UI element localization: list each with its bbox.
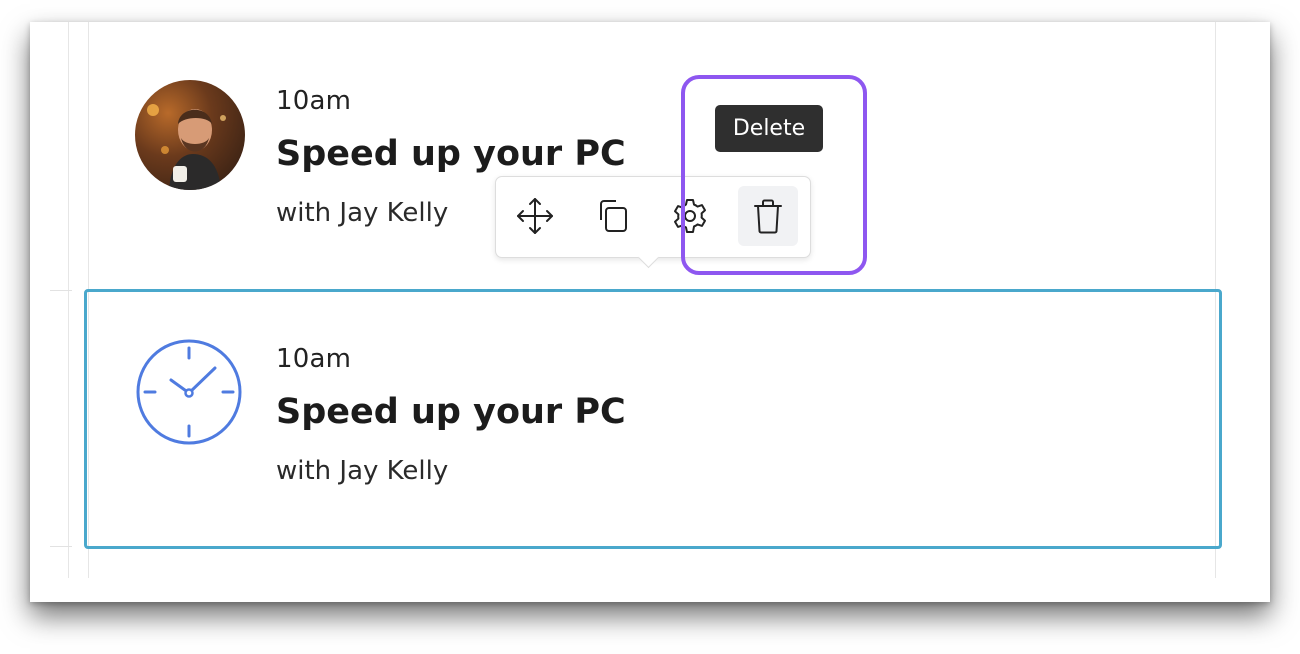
event-host: with Jay Kelly	[276, 198, 449, 228]
host-avatar	[135, 80, 245, 190]
row-divider	[50, 290, 72, 291]
row-divider	[50, 546, 72, 547]
host-avatar-image	[147, 104, 226, 190]
event-host: with Jay Kelly	[276, 456, 449, 486]
duplicate-button[interactable]	[582, 186, 642, 246]
event-time: 10am	[276, 86, 352, 116]
delete-callout-highlight	[681, 75, 867, 275]
event-time: 10am	[276, 344, 352, 374]
event-title[interactable]: Speed up your PC	[276, 392, 626, 432]
event-title[interactable]: Speed up your PC	[276, 134, 626, 174]
copy-icon	[600, 200, 627, 232]
move-icon	[517, 198, 553, 234]
clock-icon	[136, 339, 242, 445]
selected-event-block[interactable]	[84, 289, 1222, 549]
move-button[interactable]	[505, 186, 565, 246]
grid-line	[68, 22, 69, 578]
